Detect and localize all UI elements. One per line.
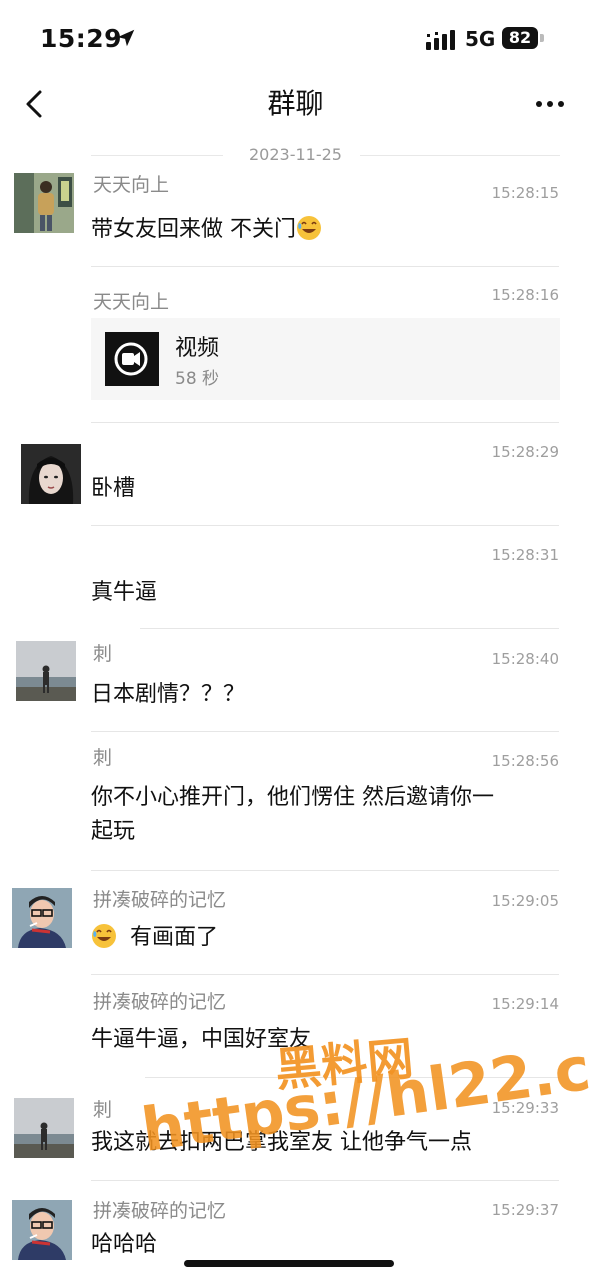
message-separator: [91, 974, 559, 975]
message-text-content: 带女友回来做 不关门: [91, 217, 296, 242]
avatar-person-station-icon: [14, 173, 74, 233]
battery-tip: [540, 34, 544, 42]
more-options-icon[interactable]: [534, 98, 566, 110]
avatar[interactable]: [12, 888, 72, 948]
message-text[interactable]: 有画面了: [91, 921, 218, 955]
avatar-cartoon-man-icon: [12, 888, 72, 948]
status-bar: 15:29 5G 82: [0, 0, 591, 78]
network-type: 5G: [465, 27, 496, 51]
message-text[interactable]: 卧槽: [91, 472, 135, 506]
message-text-line: 你不小心推开门，他们愣住 然后邀请你一: [91, 785, 494, 810]
sender-name: 拼凑破碎的记忆: [93, 1200, 227, 1222]
message-text[interactable]: 真牛逼: [91, 576, 157, 610]
message-text[interactable]: 日本剧情？？？: [91, 678, 245, 712]
message-separator: [91, 1180, 559, 1181]
message-timestamp: 15:29:14: [491, 995, 559, 1013]
home-indicator[interactable]: [184, 1260, 394, 1267]
message-timestamp: 15:28:40: [491, 650, 559, 668]
message-separator: [91, 731, 559, 732]
message-text-line: 起玩: [91, 819, 136, 844]
message-separator: [91, 266, 559, 267]
message-timestamp: 15:29:05: [491, 892, 559, 910]
avatar[interactable]: [21, 444, 81, 504]
avatar-woman-icon: [21, 444, 81, 504]
message-text-content: 哈哈哈: [91, 1232, 158, 1257]
video-camera-icon: [114, 342, 148, 376]
cellular-signal-icon: [426, 30, 455, 50]
location-arrow-icon: [117, 29, 135, 47]
message-separator: [140, 628, 559, 629]
message-timestamp: 15:28:29: [491, 443, 559, 461]
avatar[interactable]: [16, 641, 76, 701]
sweat-smile-emoji-icon: [297, 216, 321, 240]
avatar-person-shore-icon: [16, 641, 76, 701]
message-separator: [91, 870, 559, 871]
avatar[interactable]: [12, 1200, 72, 1260]
sender-name: 天天向上: [93, 174, 170, 196]
sender-name: 拼凑破碎的记忆: [93, 889, 227, 911]
video-message-card[interactable]: 视频 58 秒: [91, 318, 560, 400]
video-duration: 58 秒: [175, 369, 220, 389]
message-text-content: 有画面了: [130, 925, 219, 950]
page-title: 群聊: [267, 87, 324, 120]
video-thumbnail: [105, 332, 159, 386]
message-text-content: 日本剧情？？？: [91, 682, 246, 707]
message-timestamp: 15:28:15: [491, 184, 559, 202]
sweat-smile-emoji-icon: [92, 924, 116, 948]
avatar-person-shore-icon: [14, 1098, 74, 1158]
date-divider-line-right: [360, 155, 560, 156]
avatar-cartoon-man-icon: [12, 1200, 72, 1260]
battery-icon: 82: [502, 27, 538, 49]
sender-name: 刺: [93, 1099, 113, 1121]
sender-name: 刺: [93, 643, 113, 665]
message-separator: [91, 422, 559, 423]
message-text[interactable]: 哈哈哈: [91, 1228, 157, 1262]
sender-name: 拼凑破碎的记忆: [93, 991, 227, 1013]
message-text-content: 真牛逼: [91, 580, 158, 605]
message-text[interactable]: 你不小心推开门，他们愣住 然后邀请你一 起玩: [91, 781, 494, 849]
sender-name: 天天向上: [93, 291, 170, 313]
message-text-content: 卧槽: [91, 476, 136, 501]
message-timestamp: 15:28:16: [491, 286, 559, 304]
message-timestamp: 15:29:37: [491, 1201, 559, 1219]
sender-name: 刺: [93, 747, 113, 769]
message-timestamp: 15:28:31: [491, 546, 559, 564]
avatar[interactable]: [14, 1098, 74, 1158]
status-time: 15:29: [40, 24, 123, 53]
message-text[interactable]: 带女友回来做 不关门: [91, 213, 322, 247]
video-title: 视频: [175, 336, 220, 361]
avatar[interactable]: [14, 173, 74, 233]
message-separator: [91, 525, 559, 526]
message-timestamp: 15:28:56: [491, 752, 559, 770]
